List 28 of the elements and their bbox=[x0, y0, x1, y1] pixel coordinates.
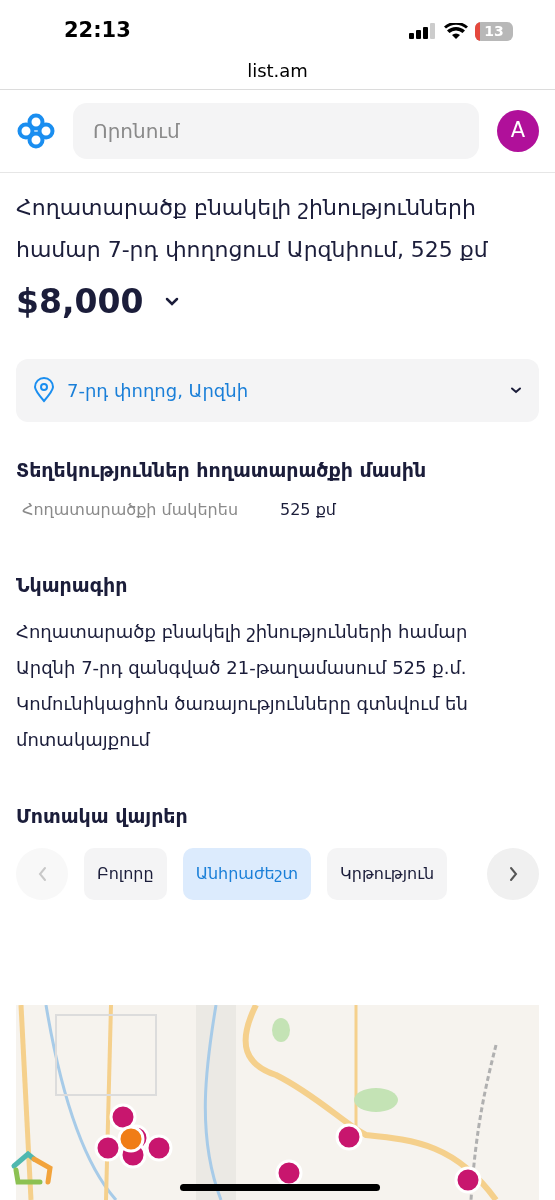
chevron-down-icon[interactable] bbox=[165, 297, 180, 307]
description-text: Կոմունիկացիոն ծառայությունները գտնվում են մոտակայքում bbox=[16, 691, 469, 752]
section-heading: Նկարագիր bbox=[16, 573, 129, 598]
house-logo-icon bbox=[10, 1150, 54, 1186]
status-time: 22:13 bbox=[64, 17, 131, 45]
section-heading: Մոտակա վայրեր bbox=[16, 803, 189, 829]
chevron-right-icon bbox=[507, 866, 519, 882]
section-heading: Տեղեկություններ հողատարածքի մասին bbox=[16, 457, 428, 483]
logo-icon[interactable] bbox=[17, 113, 55, 149]
listing-title: Հողատարածք բնակելի շինությունների համար 7-րդ փողոցում Արզնիում, 525 քմ bbox=[16, 194, 489, 264]
description-text: Հողատարածք բնակելի շինությունների համար Արզնի 7-րդ զանգված 21-թաղամասում 525 ք.մ. bbox=[16, 619, 469, 680]
avatar-button[interactable]: A bbox=[497, 110, 539, 152]
signal-icon bbox=[409, 23, 437, 39]
chevron-down-icon bbox=[510, 386, 522, 394]
detail-value: 525 քմ bbox=[280, 498, 336, 521]
detail-label: Հողատարածքի մակերես bbox=[21, 499, 239, 521]
location-dropdown[interactable]: 7-րդ փողոց, Արզնի bbox=[16, 358, 539, 422]
location-pin-icon bbox=[33, 377, 55, 403]
wifi-icon bbox=[444, 22, 468, 40]
category-tab[interactable]: Բոլորը bbox=[84, 848, 167, 900]
next-button[interactable] bbox=[487, 848, 539, 900]
category-tab[interactable]: Կրթություն bbox=[327, 848, 448, 900]
price: $8,000 bbox=[16, 281, 144, 323]
battery-icon: 13 bbox=[475, 21, 513, 41]
home-indicator[interactable] bbox=[180, 1184, 380, 1191]
browser-url[interactable]: list.am bbox=[247, 57, 308, 84]
chevron-left-icon bbox=[36, 866, 48, 882]
search-field[interactable]: Որոնում bbox=[73, 103, 479, 159]
